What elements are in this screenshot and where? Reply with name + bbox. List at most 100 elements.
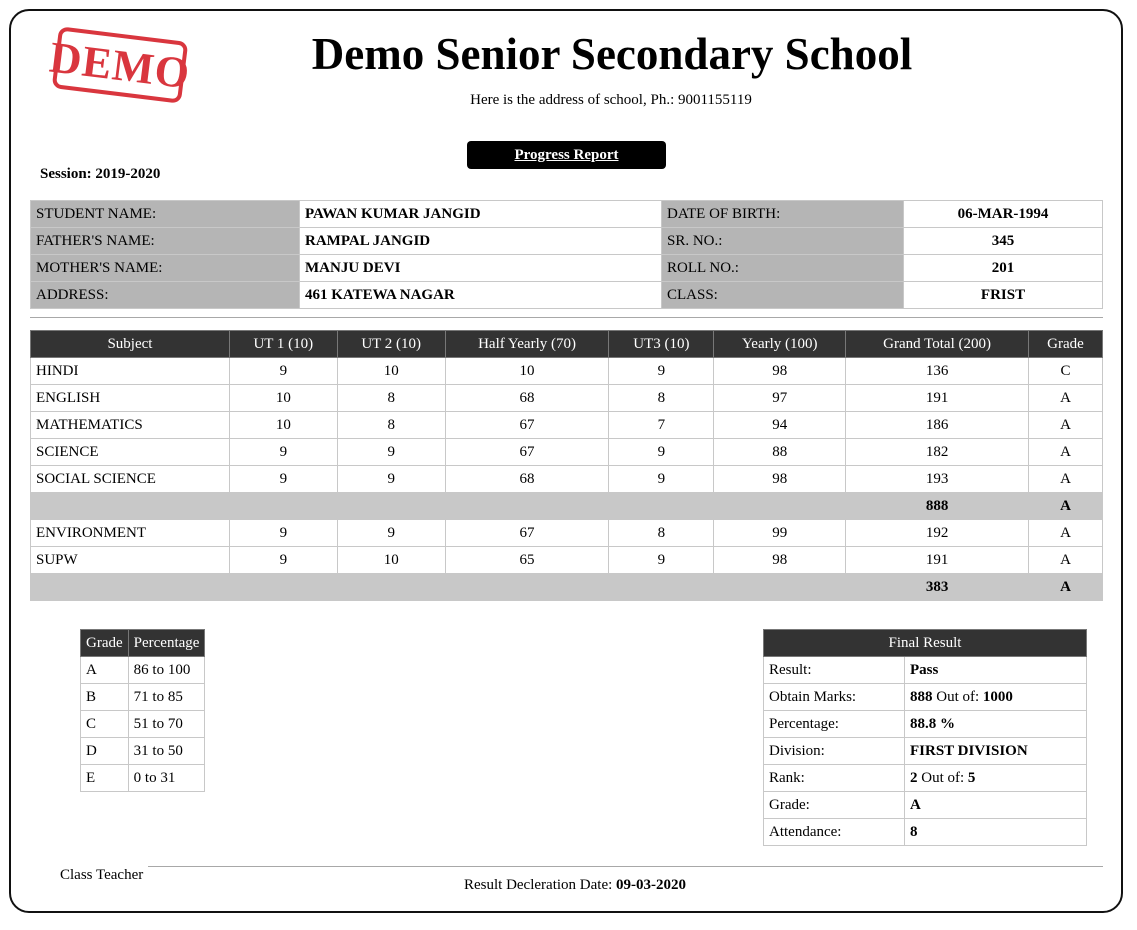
table-cell: 10 <box>444 357 610 385</box>
result-value: Pass <box>904 656 1087 684</box>
table-cell: 8 <box>336 384 446 412</box>
info-row: FATHER'S NAME: RAMPAL JANGID SR. NO.: 34… <box>30 227 1103 255</box>
roll-no-label: ROLL NO.: <box>661 254 904 282</box>
student-name-label: STUDENT NAME: <box>30 200 300 228</box>
col-header: Subject <box>30 330 230 358</box>
col-header: UT3 (10) <box>608 330 715 358</box>
attendance-text: 8 <box>910 823 918 840</box>
percentage-text: 88.8 % <box>910 715 955 732</box>
table-cell: 9 <box>608 438 715 466</box>
table-cell: 10 <box>228 411 338 439</box>
table-cell: 9 <box>608 357 715 385</box>
student-info-table: STUDENT NAME: PAWAN KUMAR JANGID DATE OF… <box>30 200 1103 309</box>
final-result-row: Division: FIRST DIVISION <box>763 737 1087 765</box>
table-cell: 9 <box>608 465 715 493</box>
table-row: ENVIRONMENT 9 9 67 8 99 192 A <box>30 519 1104 547</box>
table-cell: A <box>1027 546 1104 574</box>
table-cell: 68 <box>444 465 610 493</box>
signature-line <box>148 866 1103 867</box>
grade-letter: C <box>80 710 129 738</box>
sr-no-value: 345 <box>903 227 1103 255</box>
info-row: ADDRESS: 461 KATEWA NAGAR CLASS: FRIST <box>30 281 1103 309</box>
table-cell: 94 <box>713 411 847 439</box>
table-row: SCIENCE 9 9 67 9 88 182 A <box>30 438 1104 466</box>
grade-range: 71 to 85 <box>127 683 206 711</box>
grade-scale-row: B 71 to 85 <box>80 683 206 711</box>
division-text: FIRST DIVISION <box>910 742 1028 759</box>
table-cell: 9 <box>228 465 338 493</box>
col-header: Grade <box>80 629 129 657</box>
father-name-value: RAMPAL JANGID <box>299 227 662 255</box>
grade-range: 0 to 31 <box>127 764 206 792</box>
table-cell: 9 <box>336 438 446 466</box>
grade-scale-row: D 31 to 50 <box>80 737 206 765</box>
table-cell: A <box>1027 438 1104 466</box>
table-cell: 191 <box>845 546 1029 574</box>
final-result-row: Grade: A <box>763 791 1087 819</box>
info-row: MOTHER'S NAME: MANJU DEVI ROLL NO.: 201 <box>30 254 1103 282</box>
grade-scale-row: C 51 to 70 <box>80 710 206 738</box>
final-result-row: Percentage: 88.8 % <box>763 710 1087 738</box>
table-cell: 192 <box>845 519 1029 547</box>
declaration-date: Result Decleration Date: 09-03-2020 <box>0 877 1137 894</box>
table-cell: 9 <box>228 438 338 466</box>
table-cell: 182 <box>845 438 1029 466</box>
table-cell: 67 <box>444 519 610 547</box>
subtotal-row: 383 A <box>29 573 1104 601</box>
subtotal-grade: A <box>1027 573 1104 601</box>
subject-cell: MATHEMATICS <box>30 411 230 439</box>
final-result-row: Rank: 2 Out of: 5 <box>763 764 1087 792</box>
table-cell: 191 <box>845 384 1029 412</box>
obtain-total: 1000 <box>982 688 1013 705</box>
marks-table: Subject UT 1 (10) UT 2 (10) Half Yearly … <box>29 330 1104 601</box>
subject-cell: SUPW <box>30 546 230 574</box>
table-cell: A <box>1027 519 1104 547</box>
mother-name-value: MANJU DEVI <box>299 254 662 282</box>
division-value: FIRST DIVISION <box>904 737 1087 765</box>
roll-no-value: 201 <box>903 254 1103 282</box>
rank-value: 2 Out of: 5 <box>904 764 1087 792</box>
grade-scale-header-row: Grade Percentage <box>80 629 206 657</box>
obtain-out-of-label: Out of: <box>936 688 980 705</box>
percentage-value: 88.8 % <box>904 710 1087 738</box>
table-cell: A <box>1027 465 1104 493</box>
table-row: SUPW 9 10 65 9 98 191 A <box>30 546 1104 574</box>
class-value: FRIST <box>903 281 1103 309</box>
rank-label: Rank: <box>763 764 905 792</box>
subtotal-value: 383 <box>845 573 1029 601</box>
declaration-label: Result Decleration Date: <box>463 877 613 893</box>
rank-total: 5 <box>967 769 976 786</box>
table-cell: 7 <box>608 411 715 439</box>
dob-label: DATE OF BIRTH: <box>661 200 904 228</box>
table-cell: A <box>1027 411 1104 439</box>
address-value: 461 KATEWA NAGAR <box>299 281 662 309</box>
table-row: ENGLISH 10 8 68 8 97 191 A <box>30 384 1104 412</box>
subject-cell: HINDI <box>30 357 230 385</box>
table-cell: 67 <box>444 438 610 466</box>
table-cell: 68 <box>444 384 610 412</box>
table-cell: A <box>1027 384 1104 412</box>
dob-value: 06-MAR-1994 <box>903 200 1103 228</box>
grade-scale-table: Grade Percentage A 86 to 100 B 71 to 85 … <box>80 629 206 792</box>
grade-range: 86 to 100 <box>127 656 206 684</box>
grade-letter: D <box>80 737 129 765</box>
final-result-row: Attendance: 8 <box>763 818 1087 846</box>
grade-letter: E <box>80 764 129 792</box>
section-divider <box>30 317 1103 318</box>
obtain-marks-value: 888 Out of: 1000 <box>904 683 1087 711</box>
table-cell: 9 <box>608 546 715 574</box>
table-cell: 9 <box>336 465 446 493</box>
grade-text: A <box>910 796 921 813</box>
grade-range: 51 to 70 <box>127 710 206 738</box>
subtotal-spacer <box>29 573 847 601</box>
grade-scale-row: A 86 to 100 <box>80 656 206 684</box>
obtain-marks-label: Obtain Marks: <box>763 683 905 711</box>
school-address: Here is the address of school, Ph.: 9001… <box>470 92 752 108</box>
subject-cell: SOCIAL SCIENCE <box>30 465 230 493</box>
info-row: STUDENT NAME: PAWAN KUMAR JANGID DATE OF… <box>30 200 1103 228</box>
table-cell: 9 <box>336 519 446 547</box>
result-text: Pass <box>910 661 939 678</box>
table-cell: 8 <box>336 411 446 439</box>
table-row: HINDI 9 10 10 9 98 136 C <box>30 357 1104 385</box>
obtain-marks: 888 <box>910 688 933 705</box>
